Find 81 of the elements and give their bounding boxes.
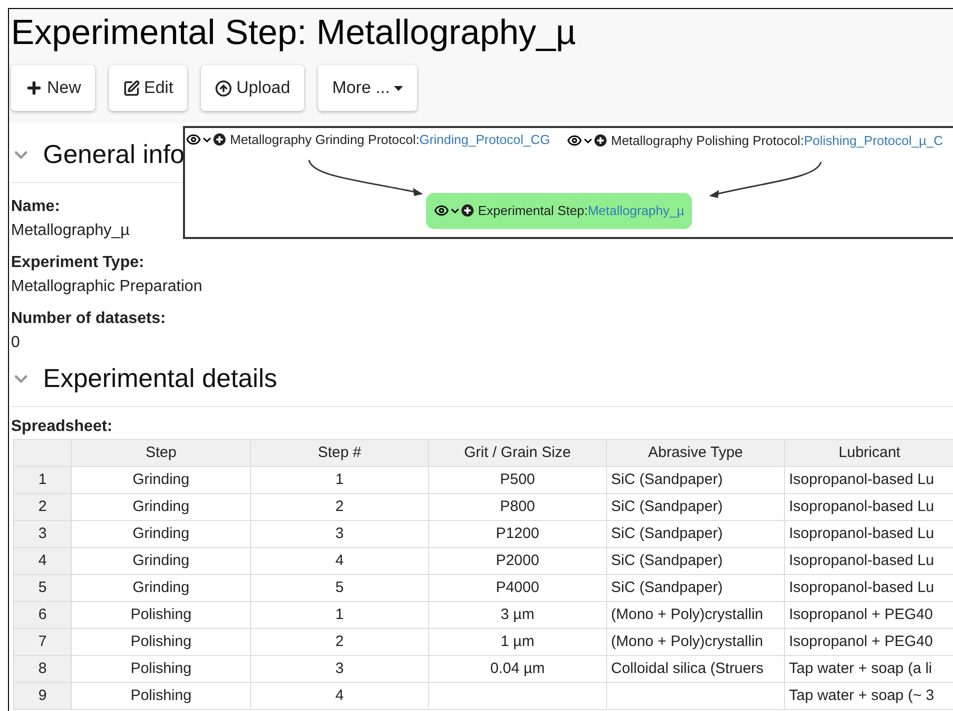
field-value: Metallographic Preparation [11, 277, 202, 297]
row-number-cell: 5 [14, 574, 72, 602]
toolbar-button[interactable]: Edit [109, 65, 188, 111]
section-heading[interactable]: Experimental details [43, 359, 278, 398]
table-header-cell: Lubricant [784, 440, 953, 466]
edit-icon [123, 80, 140, 96]
table-cell: 3 µm [428, 602, 606, 628]
table-cell: 0.04 µm [428, 656, 606, 682]
row-number-cell: 3 [14, 520, 72, 548]
field-value: 0 [11, 333, 20, 353]
row-number-cell: 6 [14, 602, 72, 628]
toolbar-button[interactable]: More ... [318, 65, 417, 111]
node-type-label: Metallography Polishing Protocol: [611, 132, 804, 150]
row-number-cell: 8 [14, 656, 72, 682]
table-cell: Polishing [72, 656, 250, 682]
node-link[interactable]: Polishing_Protocol_µ_C [804, 131, 943, 150]
table-header-cell [14, 440, 72, 466]
table-cell: 5 [250, 574, 428, 602]
plus-circle-icon[interactable] [213, 133, 226, 146]
table-cell: (Mono + Poly)crystallin [606, 602, 784, 628]
table-cell: P1200 [428, 520, 606, 548]
table-header-cell: Grit / Grain Size [428, 440, 606, 466]
table-cell: 4 [250, 548, 428, 574]
graph-node[interactable]: Metallography Grinding Protocol:Grinding_Protocol_CG [186, 130, 550, 150]
row-number-cell: 1 [14, 466, 72, 494]
row-number-cell: 2 [14, 494, 72, 520]
eye-icon[interactable] [434, 203, 449, 218]
table-header-cell: Step # [250, 440, 428, 466]
section-heading[interactable]: General info [43, 135, 185, 174]
table-cell: Grinding [72, 520, 250, 548]
graph-node-highlighted[interactable]: Experimental Step:Metallography_µ [426, 193, 692, 228]
eye-icon[interactable] [567, 133, 582, 148]
table-cell: SiC (Sandpaper) [606, 494, 784, 520]
table-cell: 1 µm [428, 628, 606, 656]
toolbar-button[interactable]: New [11, 65, 96, 111]
upload-icon [215, 80, 232, 96]
table-cell: SiC (Sandpaper) [606, 466, 784, 494]
row-number-cell: 4 [14, 548, 72, 574]
caret-icon [394, 86, 403, 90]
table-cell: SiC (Sandpaper) [606, 520, 784, 548]
table-cell: 2 [250, 494, 428, 520]
table-cell: 2 [250, 628, 428, 656]
row-number-cell: 9 [14, 682, 72, 710]
field-label: Experiment Type: [11, 253, 144, 273]
table-cell: Grinding [72, 548, 250, 574]
table-cell: Polishing [72, 602, 250, 628]
table-cell: 1 [250, 602, 428, 628]
table-header-cell: Abrasive Type [606, 440, 784, 466]
row-number-cell: 7 [14, 628, 72, 656]
table-cell: (Mono + Poly)crystallin [606, 628, 784, 656]
table-cell: 3 [250, 520, 428, 548]
table-cell: Polishing [72, 628, 250, 656]
plus-circle-icon[interactable] [461, 204, 474, 218]
table-cell: SiC (Sandpaper) [606, 574, 784, 602]
node-link[interactable]: Grinding_Protocol_CG [419, 130, 550, 150]
plus-circle-icon[interactable] [594, 134, 607, 148]
table-cell: P500 [428, 466, 606, 494]
table-header-cell: Step [72, 440, 250, 466]
table-cell: Grinding [72, 574, 250, 602]
node-type-label: Metallography Grinding Protocol: [230, 131, 420, 149]
table-cell: P800 [428, 494, 606, 520]
field-label: Name: [11, 197, 60, 217]
plus-icon [25, 79, 43, 97]
eye-icon[interactable] [186, 132, 201, 148]
table-cell: 1 [250, 466, 428, 494]
table-cell: Colloidal silica (Struers [606, 656, 784, 682]
table-cell: 3 [250, 656, 428, 682]
table-cell: SiC (Sandpaper) [606, 548, 784, 574]
toolbar-button[interactable]: Upload [201, 65, 304, 111]
table-cell: 4 [250, 682, 428, 710]
field-value: Metallography_µ [11, 221, 130, 241]
table-cell: P2000 [428, 548, 606, 574]
graph-node[interactable]: Metallography Polishing Protocol:Polishing_Protocol_µ_C [567, 131, 943, 150]
node-type-label: Experimental Step: [478, 202, 588, 220]
table-cell: Grinding [72, 466, 250, 494]
field-label: Number of datasets: [11, 309, 166, 329]
page-title: Experimental Step: Metallography_µ [11, 12, 577, 54]
table-cell: P4000 [428, 574, 606, 602]
table-cell: Polishing [72, 682, 250, 710]
spreadsheet-label: Spreadsheet: [11, 417, 112, 437]
table-cell: Grinding [72, 494, 250, 520]
